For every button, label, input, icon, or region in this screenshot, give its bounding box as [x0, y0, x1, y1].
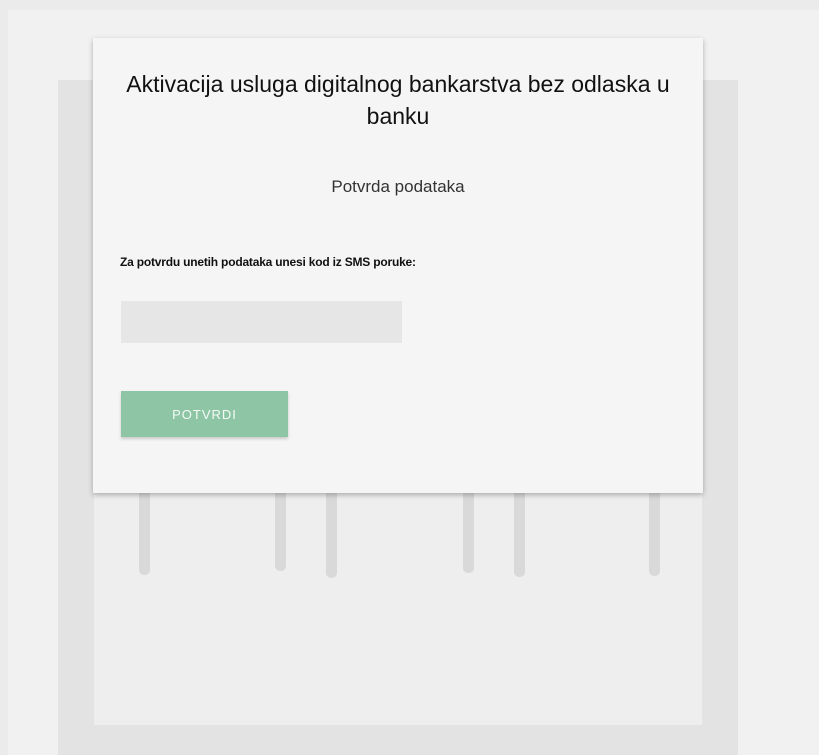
backdrop-drip	[275, 493, 286, 571]
backdrop-drip	[326, 493, 337, 578]
backdrop-drip	[139, 493, 150, 575]
modal-title: Aktivacija usluga digitalnog bankarstva …	[126, 71, 670, 129]
sms-code-label: Za potvrdu unetih podataka unesi kod iz …	[120, 255, 416, 269]
activation-modal: Aktivacija usluga digitalnog bankarstva …	[93, 38, 703, 493]
backdrop-drip	[514, 493, 525, 577]
confirm-button[interactable]: POTVRDI	[121, 391, 288, 437]
sms-code-input[interactable]	[121, 301, 402, 343]
backdrop-drip	[649, 493, 660, 576]
modal-subtitle: Potvrda podataka	[331, 177, 465, 196]
backdrop-drip	[463, 493, 474, 573]
